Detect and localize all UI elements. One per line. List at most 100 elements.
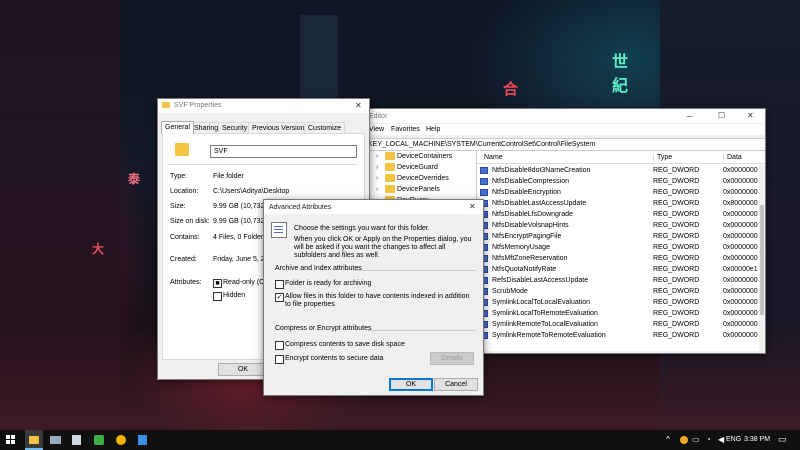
chevron-right-icon[interactable]: › xyxy=(376,184,378,195)
value-type: REG_DWORD xyxy=(653,332,700,339)
clock[interactable]: 3:38 PM xyxy=(744,436,770,443)
values-list[interactable]: Name Type Data NtfsDisable8dot3NameCreat… xyxy=(477,151,765,351)
value-data: 0x0000000 xyxy=(723,277,758,284)
menu-favorites[interactable]: Favorites xyxy=(391,126,420,133)
tray-app-icon[interactable] xyxy=(680,436,688,444)
value-data: 0x00000e1 xyxy=(723,266,758,273)
property-value: 9.99 GB (10,732,3 xyxy=(213,203,271,210)
archive-checkbox[interactable] xyxy=(275,280,284,289)
value-data: 0x0000000 xyxy=(723,244,758,251)
registry-value-row[interactable]: NtfsMemoryUsage REG_DWORD 0x0000000 xyxy=(477,242,759,253)
title-bar[interactable]: Editor ─ ☐ ✕ xyxy=(361,109,765,123)
tree-item[interactable]: › DevicePanels xyxy=(361,184,476,195)
maximize-icon[interactable]: ☐ xyxy=(718,111,725,120)
registry-value-row[interactable]: SymlinkLocalToLocalEvaluation REG_DWORD 0x… xyxy=(477,297,759,308)
readonly-checkbox[interactable]: ■ xyxy=(213,279,222,288)
encrypt-checkbox[interactable] xyxy=(275,355,284,364)
cancel-button[interactable]: Cancel xyxy=(434,378,478,391)
neon-sign: 世 xyxy=(612,52,629,71)
minimize-icon[interactable]: ─ xyxy=(687,112,693,121)
value-name: SymlinkRemoteToRemoteEvaluation xyxy=(492,332,606,339)
compress-section-heading: Compress or Encrypt attributes xyxy=(275,325,372,332)
notepad-icon[interactable] xyxy=(72,435,81,445)
column-name[interactable]: Name xyxy=(484,154,503,161)
archive-section-heading: Archive and Index attributes xyxy=(275,265,362,272)
registry-value-row[interactable]: NtfsDisableCompression REG_DWORD 0x0000000 xyxy=(477,176,759,187)
chevron-up-icon[interactable]: ^ xyxy=(666,435,670,444)
windows-start-icon[interactable] xyxy=(6,435,16,445)
registry-value-row[interactable]: RefsDisableLastAccessUpdate REG_DWORD 0x00… xyxy=(477,275,759,286)
index-checkbox[interactable]: ✓ xyxy=(275,293,284,302)
tree-item[interactable]: › DeviceContainers xyxy=(361,151,476,162)
hidden-checkbox[interactable] xyxy=(213,292,222,301)
value-type: REG_DWORD xyxy=(653,178,700,185)
close-icon[interactable]: ✕ xyxy=(469,202,476,211)
menu-view[interactable]: View xyxy=(369,126,384,133)
chat-app-icon[interactable] xyxy=(94,435,104,445)
value-data: 0x0000000 xyxy=(723,167,758,174)
value-data: 0x0000000 xyxy=(723,255,758,262)
registry-value-row[interactable]: NtfsDisableLfsDowngrade REG_DWORD 0x000000… xyxy=(477,209,759,220)
volume-icon[interactable]: ◀ xyxy=(718,435,724,444)
app-icon[interactable] xyxy=(138,435,147,445)
window-title: Editor xyxy=(369,113,388,120)
scrollbar[interactable] xyxy=(759,165,765,351)
tree-item[interactable]: › DeviceGuard xyxy=(361,162,476,173)
browser-icon[interactable] xyxy=(116,435,126,445)
close-icon[interactable]: ✕ xyxy=(355,101,362,110)
compress-checkbox[interactable] xyxy=(275,341,284,350)
registry-value-row[interactable]: ScrubMode REG_DWORD 0x0000000 xyxy=(477,286,759,297)
value-data: 0x0000000 xyxy=(723,222,758,229)
registry-value-row[interactable]: NtfsDisable8dot3NameCreation REG_DWORD 0x0… xyxy=(477,165,759,176)
value-name: RefsDisableLastAccessUpdate xyxy=(492,277,589,284)
property-label: Created: xyxy=(170,256,197,263)
folder-icon xyxy=(162,102,170,108)
title-bar[interactable]: Advanced Attributes ✕ xyxy=(264,200,483,214)
registry-value-row[interactable]: SymlinkLocalToRemoteEvaluation REG_DWORD 0… xyxy=(477,308,759,319)
property-label: Location: xyxy=(170,188,199,195)
column-type[interactable]: Type xyxy=(653,154,672,161)
menu-help[interactable]: Help xyxy=(426,126,440,133)
value-data: 0x0000000 xyxy=(723,310,758,317)
tree-item-label: DeviceContainers xyxy=(397,153,453,160)
registry-value-row[interactable]: SymlinkRemoteToLocalEvaluation REG_DWORD 0… xyxy=(477,319,759,330)
value-rows: NtfsDisable8dot3NameCreation REG_DWORD 0x0… xyxy=(477,165,759,351)
registry-value-row[interactable]: SymlinkRemoteToRemoteEvaluation REG_DWORD… xyxy=(477,330,759,341)
tree-item[interactable]: › DeviceOverrides xyxy=(361,173,476,184)
value-name: NtfsQuotaNotifyRate xyxy=(492,266,557,273)
language-indicator[interactable]: ENG xyxy=(726,436,741,443)
tab-general[interactable]: General xyxy=(161,121,194,134)
title-bar[interactable]: SVF Properties ✕ xyxy=(158,99,369,113)
pc-icon[interactable] xyxy=(50,436,61,444)
chevron-right-icon[interactable]: › xyxy=(376,151,378,162)
ok-button[interactable]: OK xyxy=(389,378,433,391)
battery-icon[interactable]: ▭ xyxy=(692,435,700,444)
value-name: NtfsDisableLfsDowngrade xyxy=(492,211,573,218)
close-icon[interactable]: ✕ xyxy=(747,111,754,120)
advanced-attributes-dialog[interactable]: Advanced Attributes ✕ Choose the setting… xyxy=(263,199,484,396)
value-type: REG_DWORD xyxy=(653,200,700,207)
details-button[interactable]: Details xyxy=(430,352,474,365)
registry-value-row[interactable]: NtfsQuotaNotifyRate REG_DWORD 0x00000e1 xyxy=(477,264,759,275)
wifi-icon[interactable]: ◔ xyxy=(706,435,711,444)
value-data: 0x0000000 xyxy=(723,299,758,306)
chevron-right-icon[interactable]: › xyxy=(376,162,378,173)
properties-ok-button[interactable]: OK xyxy=(218,363,268,376)
registry-value-row[interactable]: NtfsMftZoneReservation REG_DWORD 0x0000000 xyxy=(477,253,759,264)
registry-value-row[interactable]: NtfsDisableLastAccessUpdate REG_DWORD 0x80… xyxy=(477,198,759,209)
notifications-icon[interactable]: ▭ xyxy=(778,434,787,445)
scrollbar-thumb[interactable] xyxy=(760,205,764,315)
folder-name-input[interactable]: SVF xyxy=(210,145,357,158)
chevron-right-icon[interactable]: › xyxy=(376,173,378,184)
registry-value-row[interactable]: NtfsDisableEncryption REG_DWORD 0x0000000 xyxy=(477,187,759,198)
value-name: SymlinkLocalToRemoteEvaluation xyxy=(492,310,598,317)
folder-icon xyxy=(385,152,395,160)
column-data[interactable]: Data xyxy=(723,154,742,161)
skyscraper xyxy=(300,15,338,105)
registry-value-row[interactable]: NtfsEncryptPagingFile REG_DWORD 0x0000000 xyxy=(477,231,759,242)
registry-value-row[interactable]: NtfsDisableVolsnapHints REG_DWORD 0x000000… xyxy=(477,220,759,231)
file-explorer-taskbar-button[interactable] xyxy=(25,430,43,450)
address-bar[interactable]: KEY_LOCAL_MACHINE\SYSTEM\CurrentControlS… xyxy=(361,138,765,151)
value-type: REG_DWORD xyxy=(653,167,700,174)
property-label: Size: xyxy=(170,203,186,210)
